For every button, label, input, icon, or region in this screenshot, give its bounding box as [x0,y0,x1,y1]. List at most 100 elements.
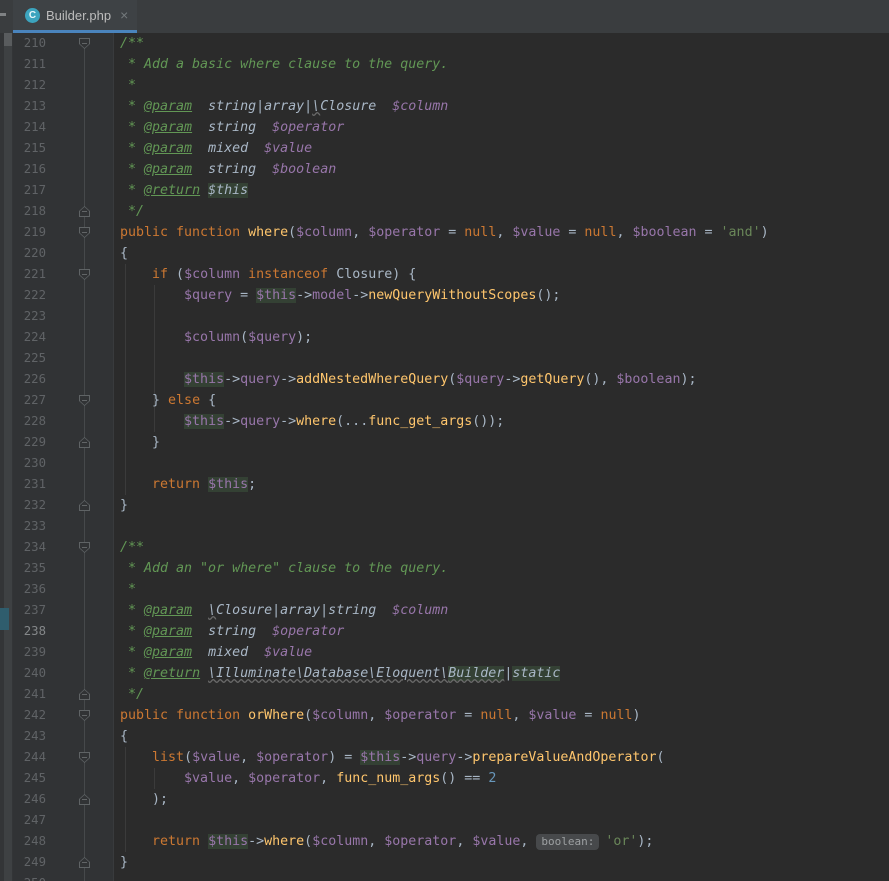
code-line[interactable]: 239 * @param mixed $value [13,642,889,663]
line-number: 247 [23,813,46,827]
line-number: 249 [23,855,46,869]
fold-end-icon[interactable] [79,794,90,805]
code-text: $this->query->addNestedWhereQuery($query… [184,372,697,387]
code-line[interactable]: 249} [13,852,889,873]
code-line[interactable]: 220 { [13,243,889,264]
code-line[interactable]: 216 * @param string $boolean [13,159,889,180]
line-number: 236 [23,582,46,596]
fold-collapse-icon[interactable] [79,752,90,763]
code-line[interactable]: 222 $query = $this->model->newQueryWitho… [13,285,889,306]
line-number: 241 [23,687,46,701]
tab-close-icon[interactable]: × [120,7,128,23]
fold-collapse-icon[interactable] [79,227,90,238]
fold-end-icon[interactable] [79,206,90,217]
code-line[interactable]: 250 [13,873,889,881]
line-number: 214 [23,120,46,134]
line-number: 217 [23,183,46,197]
fold-collapse-icon[interactable] [79,38,90,49]
line-number: 243 [23,729,46,743]
code-line[interactable]: 234 /** [13,537,889,558]
code-text: public function where($column, $operator… [120,225,769,240]
code-line[interactable]: 213 * @param string|array|\Closure $colu… [13,96,889,117]
line-number: 246 [23,792,46,806]
fold-end-icon[interactable] [79,500,90,511]
code-text: return $this->where($column, $operator, … [152,834,654,850]
left-scrollbar-thumb[interactable] [4,33,12,46]
code-line[interactable]: 243 { [13,726,889,747]
code-line[interactable]: 219 public function where($column, $opera… [13,222,889,243]
code-line[interactable]: 241 */ [13,684,889,705]
code-text: * @param mixed $value [120,645,313,660]
code-line[interactable]: 224 $column($query); [13,327,889,348]
code-line[interactable]: 231 return $this; [13,474,889,495]
code-text: ); [120,792,169,807]
line-number: 239 [23,645,46,659]
code-line[interactable]: 246 ); [13,789,889,810]
code-text: * @param string $operator [120,120,345,135]
fold-collapse-icon[interactable] [79,542,90,553]
code-text: * @return $this [120,183,249,198]
code-line[interactable]: 229 } [13,432,889,453]
code-line[interactable]: 210 /** [13,33,889,54]
line-number: 231 [23,477,46,491]
code-line[interactable]: 211 * Add a basic where clause to the qu… [13,54,889,75]
line-number: 210 [23,36,46,50]
line-number: 213 [23,99,46,113]
line-number: 240 [23,666,46,680]
fold-end-icon[interactable] [79,857,90,868]
code-text: public function orWhere($column, $operat… [120,708,641,723]
code-line[interactable]: 217 * @return $this [13,180,889,201]
fold-collapse-icon[interactable] [79,269,90,280]
fold-end-icon[interactable] [79,689,90,700]
line-number: 229 [23,435,46,449]
code-line[interactable]: 245 $value, $operator, func_num_args() =… [13,768,889,789]
line-number: 222 [23,288,46,302]
code-line[interactable]: 227 } else { [13,390,889,411]
code-line[interactable]: 225 [13,348,889,369]
code-text: { [120,729,129,744]
code-line[interactable]: 228 $this->query->where(...func_get_args… [13,411,889,432]
code-text: * @param string|array|\Closure $column [120,99,449,114]
code-line[interactable]: 212 * [13,75,889,96]
php-class-icon: C [25,7,40,23]
line-number: 225 [23,351,46,365]
code-line[interactable]: 223 [13,306,889,327]
tab-builder-php[interactable]: C Builder.php × [13,0,138,33]
code-line[interactable]: 237 * @param \Closure|array|string $colu… [13,600,889,621]
left-scrollbar-track[interactable] [4,33,12,881]
code-text: * Add a basic where clause to the query. [120,57,449,72]
code-line[interactable]: 221 if ($column instanceof Closure) { [13,264,889,285]
code-text: $value, $operator, func_num_args() == 2 [184,771,497,786]
code-text: * @param string $operator [120,624,345,639]
left-edge-scrollbar [0,33,13,881]
code-line[interactable]: 242 public function orWhere($column, $ope… [13,705,889,726]
code-line[interactable]: 215 * @param mixed $value [13,138,889,159]
line-number: 211 [23,57,46,71]
code-line[interactable]: 226 $this->query->addNestedWhereQuery($q… [13,369,889,390]
code-line[interactable]: 240 * @return \Illuminate\Database\Eloqu… [13,663,889,684]
code-text: /** [120,540,145,555]
code-line[interactable]: 218 */ [13,201,889,222]
code-editor[interactable]: 210 /** 211 * Add a basic where clause to … [13,33,889,881]
code-line[interactable]: 244 list($value, $operator) = $this->que… [13,747,889,768]
fold-collapse-icon[interactable] [79,710,90,721]
code-line[interactable]: 214 * @param string $operator [13,117,889,138]
code-line[interactable]: 233 [13,516,889,537]
code-text: } else { [120,393,217,408]
line-number: 224 [23,330,46,344]
code-text: /** [120,36,145,51]
line-number: 248 [23,834,46,848]
fold-end-icon[interactable] [79,437,90,448]
code-line[interactable]: 232} [13,495,889,516]
fold-collapse-icon[interactable] [79,395,90,406]
code-line[interactable]: 238 * @param string $operator [13,621,889,642]
code-line[interactable]: 230 [13,453,889,474]
code-lines: 210 /** 211 * Add a basic where clause to … [13,33,889,881]
code-line[interactable]: 236 * [13,579,889,600]
line-number: 219 [23,225,46,239]
code-line[interactable]: 235 * Add an "or where" clause to the qu… [13,558,889,579]
code-line[interactable]: 248 return $this->where($column, $operat… [13,831,889,852]
code-line[interactable]: 247 [13,810,889,831]
tab-title: Builder.php [46,7,112,23]
line-number: 218 [23,204,46,218]
